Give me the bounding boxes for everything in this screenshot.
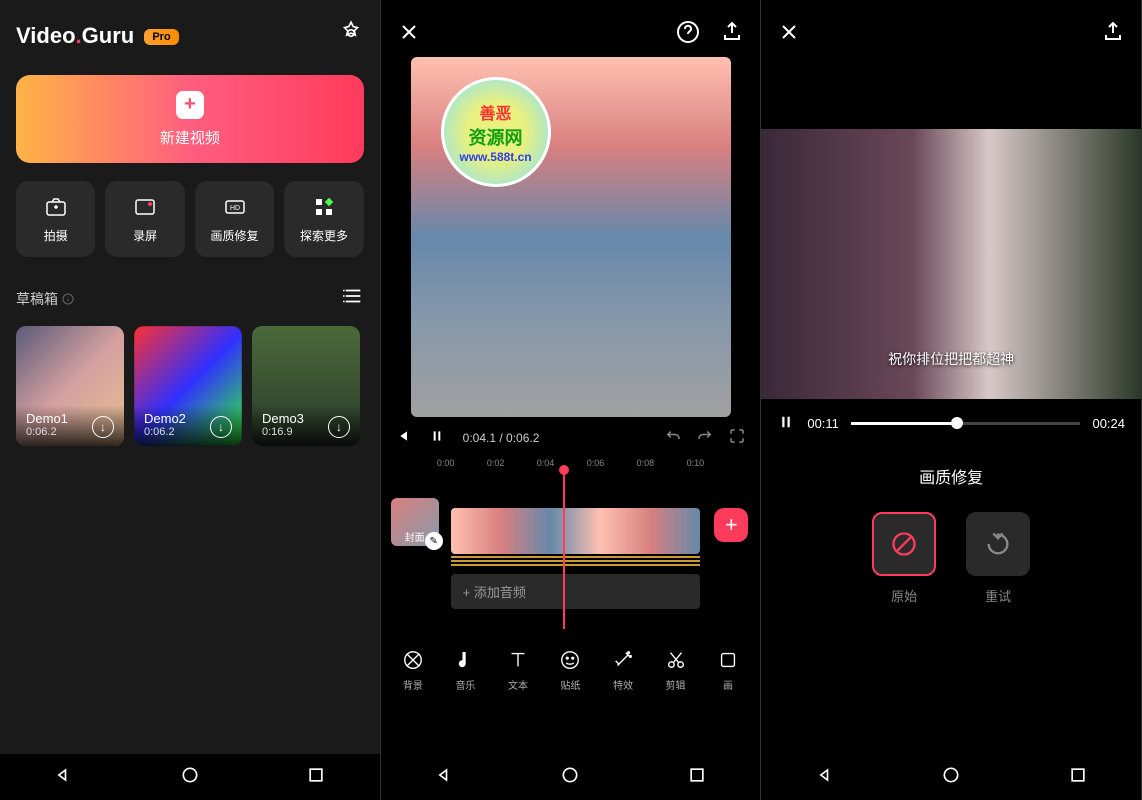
nav-home[interactable]: [560, 765, 580, 790]
download-icon[interactable]: ↓: [328, 416, 350, 438]
tool-screen-record[interactable]: 录屏: [105, 181, 184, 257]
app-header: Video.Guru Pro: [16, 20, 364, 51]
svg-text:HD: HD: [229, 205, 239, 212]
app-logo: Video.Guru Pro: [16, 23, 179, 49]
add-audio-button[interactable]: + 添加音频: [451, 574, 701, 609]
nav-home[interactable]: [941, 765, 961, 790]
download-icon[interactable]: ↓: [92, 416, 114, 438]
edit-cover-icon[interactable]: ✎: [425, 532, 443, 550]
current-time: 00:11: [807, 416, 839, 431]
close-icon[interactable]: [397, 20, 421, 49]
undo-icon[interactable]: [664, 427, 682, 448]
feature-title: 画质修复: [761, 464, 1141, 488]
video-preview[interactable]: 祝你排位把把都超神: [761, 129, 1141, 399]
android-navbar: [381, 754, 761, 800]
playhead[interactable]: [563, 468, 565, 629]
redo-icon[interactable]: [696, 427, 714, 448]
screen-record-icon: [133, 195, 157, 219]
hd-icon: HD: [223, 195, 247, 219]
tool-sticker[interactable]: 贴纸: [546, 649, 594, 692]
settings-icon[interactable]: [338, 20, 364, 51]
total-time: 00:24: [1092, 416, 1125, 431]
new-video-label: 新建视频: [160, 127, 220, 148]
grid-icon: [312, 195, 336, 219]
info-icon: [62, 293, 74, 305]
android-navbar: [761, 754, 1141, 800]
pause-icon[interactable]: [777, 413, 795, 434]
prev-icon[interactable]: [395, 428, 411, 447]
option-retry[interactable]: 重试: [966, 512, 1030, 605]
watermark: 善恶 资源网 www.588t.cn: [441, 77, 551, 187]
subtitle-text: 祝你排位把把都超神: [888, 349, 1014, 369]
export-icon[interactable]: [720, 20, 744, 49]
timeline[interactable]: 封面 ✎ + + 添加音频: [381, 468, 761, 629]
help-icon[interactable]: [676, 20, 700, 49]
nav-home[interactable]: [180, 765, 200, 790]
tool-cut[interactable]: 剪辑: [652, 649, 700, 692]
add-clip-button[interactable]: +: [714, 508, 748, 542]
none-icon: [890, 530, 918, 558]
draft-item[interactable]: Demo30:16.9 ↓: [252, 326, 360, 446]
audio-track[interactable]: [451, 556, 701, 566]
download-icon[interactable]: ↓: [210, 416, 232, 438]
close-icon[interactable]: [777, 20, 801, 49]
export-icon[interactable]: [1101, 20, 1125, 49]
pro-badge: Pro: [144, 29, 178, 45]
tool-enhance[interactable]: HD 画质修复: [195, 181, 274, 257]
android-navbar: [0, 754, 380, 800]
video-track[interactable]: [451, 508, 701, 554]
fullscreen-icon[interactable]: [728, 427, 746, 448]
draft-item[interactable]: Demo10:06.2 ↓: [16, 326, 124, 446]
pause-icon[interactable]: [429, 428, 445, 447]
list-icon[interactable]: [342, 285, 364, 312]
tool-text[interactable]: 文本: [494, 649, 542, 692]
retry-icon: [984, 530, 1012, 558]
nav-recent[interactable]: [1068, 765, 1088, 790]
nav-back[interactable]: [53, 765, 73, 790]
draft-item[interactable]: Demo20:06.2 ↓: [134, 326, 242, 446]
tool-camera[interactable]: 拍摄: [16, 181, 95, 257]
option-original[interactable]: 原始: [872, 512, 936, 605]
tool-explore[interactable]: 探索更多: [284, 181, 363, 257]
tool-effects[interactable]: 特效: [599, 649, 647, 692]
time-display: 0:04.1 / 0:06.2: [463, 431, 540, 445]
tool-music[interactable]: 音乐: [441, 649, 489, 692]
tool-background[interactable]: 背景: [389, 649, 437, 692]
nav-back[interactable]: [815, 765, 835, 790]
nav-back[interactable]: [434, 765, 454, 790]
new-video-button[interactable]: + 新建视频: [16, 75, 364, 163]
timeline-ruler: 0:000:020:040:060:080:10: [381, 458, 761, 468]
nav-recent[interactable]: [306, 765, 326, 790]
nav-recent[interactable]: [687, 765, 707, 790]
plus-icon: +: [176, 91, 204, 119]
camera-icon: [44, 195, 68, 219]
progress-slider[interactable]: [851, 422, 1081, 425]
tool-more[interactable]: 画: [704, 649, 752, 692]
video-preview[interactable]: 善恶 资源网 www.588t.cn: [411, 57, 731, 417]
drafts-title: 草稿箱: [16, 289, 74, 309]
